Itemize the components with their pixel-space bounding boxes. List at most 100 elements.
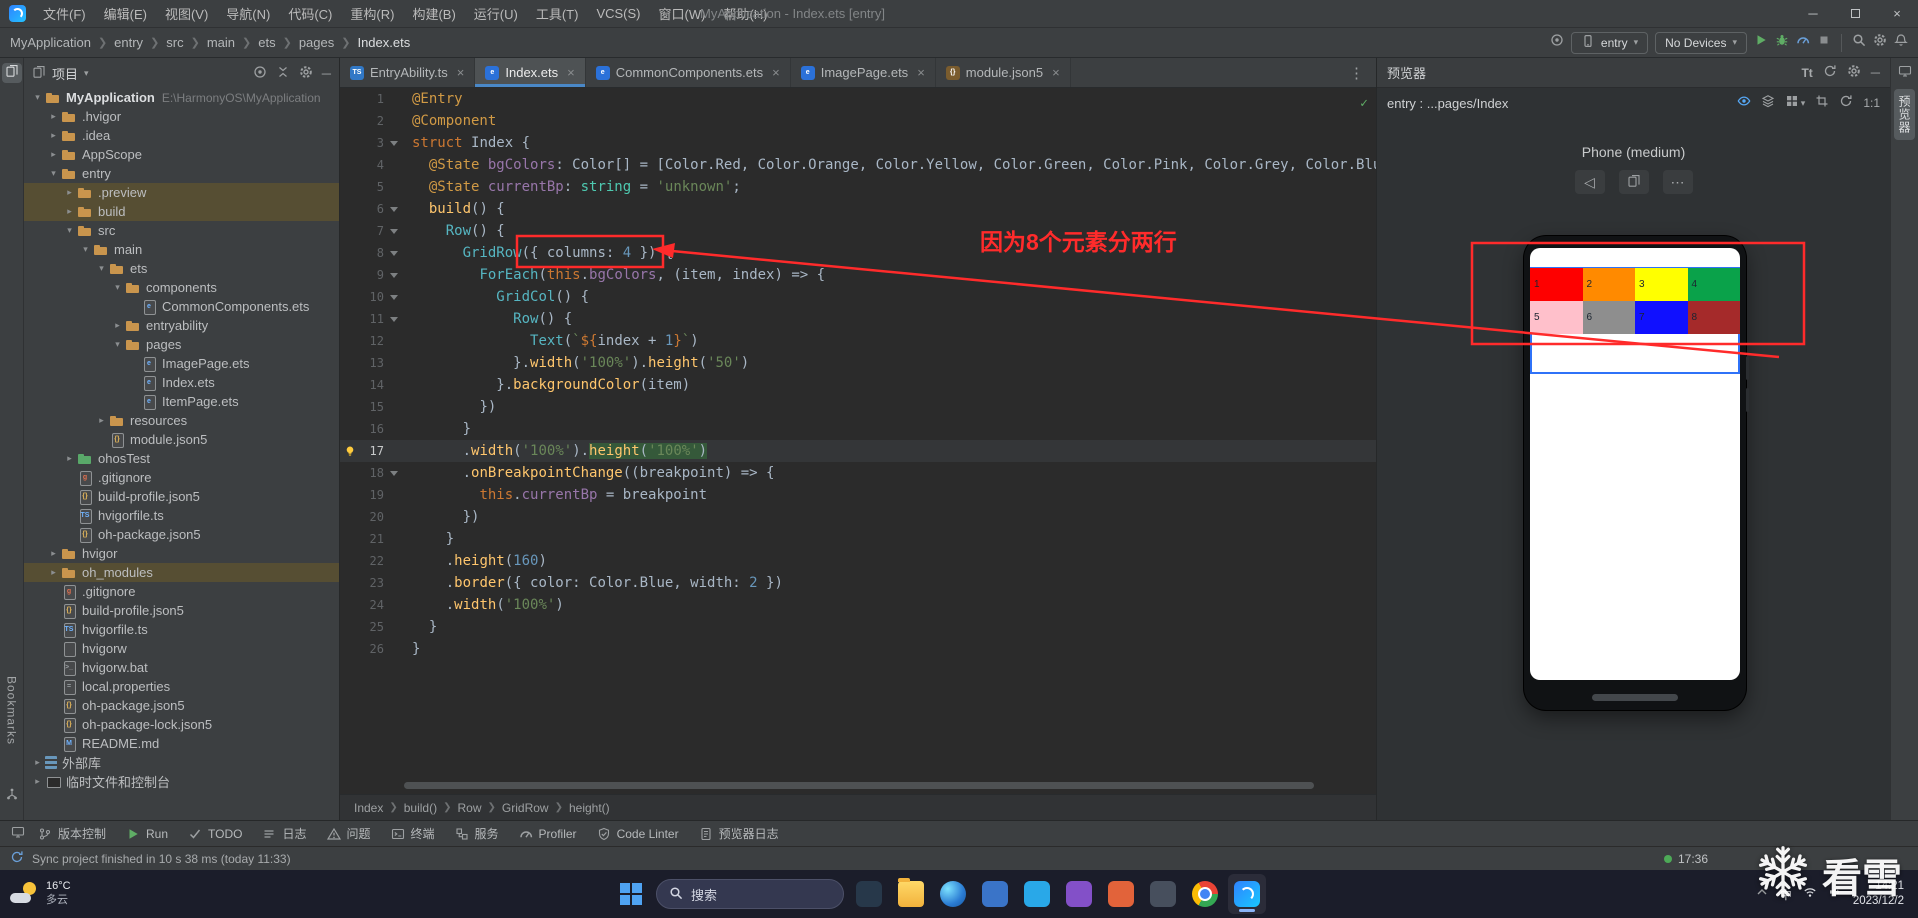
code-line[interactable]: 9 ForEach(this. bgColors, (item, index) =… [340, 264, 1376, 286]
horizontal-scrollbar[interactable] [404, 782, 1314, 789]
menu-item[interactable]: 重构(R) [341, 0, 403, 27]
tree-chevron-icon[interactable]: ▾ [46, 168, 61, 179]
code-line[interactable]: 17 . width('100%'). height('100%') [340, 440, 1376, 462]
weather-widget[interactable]: 16°C 多云 [10, 880, 71, 908]
taskbar-file-explorer[interactable] [892, 874, 930, 914]
tree-chevron-icon[interactable]: ▾ [94, 263, 109, 274]
tree-item[interactable]: M README.md [24, 734, 339, 753]
fold-icon[interactable] [390, 272, 398, 278]
tree-chevron-icon[interactable]: ▸ [46, 548, 61, 559]
editor-tab[interactable]: {} module.json5 × [936, 58, 1071, 87]
tree-item[interactable]: {} oh-package.json5 [24, 525, 339, 544]
tree-item[interactable]: ▸ .preview [24, 183, 339, 202]
attach-target-icon[interactable] [1550, 33, 1564, 52]
frame-icon[interactable] [1815, 94, 1829, 113]
run-button[interactable] [1754, 33, 1768, 52]
tree-item[interactable]: ▾ ets [24, 259, 339, 278]
tree-item[interactable]: {} build-profile.json5 [24, 601, 339, 620]
menu-item[interactable]: 文件(F) [34, 0, 95, 27]
gear-icon[interactable] [1873, 33, 1887, 52]
close-icon[interactable]: × [917, 65, 925, 80]
tree-item[interactable]: e CommonComponents.ets [24, 297, 339, 316]
tree-chevron-icon[interactable]: ▸ [46, 130, 61, 141]
code-line[interactable]: 4 @State bgColors: Color[] = [Color.Red,… [340, 154, 1376, 176]
gear-icon[interactable] [299, 65, 313, 82]
code-line[interactable]: 19 this. currentBp = breakpoint [340, 484, 1376, 506]
tree-item[interactable]: ▸ AppScope [24, 145, 339, 164]
project-toolwindow-button[interactable] [1, 63, 22, 83]
menu-item[interactable]: 导航(N) [217, 0, 279, 27]
editor-tab[interactable]: e ImagePage.ets × [791, 58, 936, 87]
code-line[interactable]: 7 Row() { [340, 220, 1376, 242]
preview-target[interactable]: entry : ...pages/Index [1387, 96, 1508, 111]
toolwindow-button[interactable]: 问题 [317, 821, 381, 846]
fold-icon[interactable] [390, 228, 398, 234]
eye-icon[interactable] [1737, 94, 1751, 113]
tree-chevron-icon[interactable]: ▸ [62, 187, 77, 198]
editor-breadcrumb-item[interactable]: height() [569, 801, 610, 815]
tree-item[interactable]: ▸ build [24, 202, 339, 221]
module-selector[interactable]: entry ▾ [1570, 31, 1649, 54]
tree-item[interactable]: ▾ pages [24, 335, 339, 354]
taskbar-deveco-studio[interactable] [1228, 874, 1266, 914]
tree-item[interactable]: {} module.json5 [24, 430, 339, 449]
toolwindow-button[interactable]: Code Linter [587, 821, 689, 846]
device-manager-button[interactable] [1895, 63, 1915, 83]
rotate-icon[interactable] [1839, 94, 1853, 113]
tree-item[interactable]: TS hvigorfile.ts [24, 620, 339, 639]
toolwindow-switcher-icon[interactable] [8, 824, 28, 844]
code-line[interactable]: 6 build() { [340, 198, 1376, 220]
tree-item[interactable]: {} build-profile.json5 [24, 487, 339, 506]
hide-panel-icon[interactable]: ─ [1871, 65, 1880, 80]
code-line[interactable]: 8 GridRow({ columns: 4 }) { [340, 242, 1376, 264]
code-line[interactable]: 23 . border({ color: Color.Blue, width: 2… [340, 572, 1376, 594]
taskbar-mail-app[interactable] [976, 874, 1014, 914]
hide-panel-icon[interactable]: ─ [322, 66, 331, 81]
layout-grid-dropdown[interactable]: ▾ [1785, 94, 1805, 113]
structure-toolwindow-button[interactable] [2, 786, 22, 806]
code-line[interactable]: 25 } [340, 616, 1376, 638]
tree-item[interactable]: {} oh-package.json5 [24, 696, 339, 715]
chevron-down-icon[interactable]: ▾ [84, 68, 89, 79]
editor-breadcrumb-item[interactable]: build() [404, 801, 437, 815]
toolwindow-button[interactable]: 日志 [252, 821, 316, 846]
component-tree-icon[interactable] [1761, 94, 1775, 113]
code-line[interactable]: 13 }. width('100%'). height('50') [340, 352, 1376, 374]
refresh-icon[interactable] [1823, 64, 1837, 81]
maximize-icon[interactable] [1834, 0, 1876, 27]
breadcrumb-item[interactable]: Index.ets [357, 35, 410, 50]
code-line[interactable]: 5 @State currentBp: string = 'unknown'; [340, 176, 1376, 198]
tree-item[interactable]: ▸ .idea [24, 126, 339, 145]
profiler-button[interactable] [1796, 33, 1810, 52]
tree-item[interactable]: ▸ resources [24, 411, 339, 430]
code-line[interactable]: 11 Row() { [340, 308, 1376, 330]
tree-item[interactable]: ▸ entryability [24, 316, 339, 335]
fold-icon[interactable] [390, 206, 398, 212]
tree-item[interactable]: e ItemPage.ets [24, 392, 339, 411]
tree-chevron-icon[interactable]: ▾ [30, 92, 45, 103]
search-icon[interactable] [1852, 33, 1866, 52]
menu-item[interactable]: VCS(S) [587, 0, 649, 27]
tree-item[interactable]: ▾ src [24, 221, 339, 240]
code-line[interactable]: 22 . height(160) [340, 550, 1376, 572]
breadcrumb-item[interactable]: MyApplication [10, 35, 91, 50]
close-icon[interactable]: × [457, 65, 465, 80]
toolwindow-button[interactable]: 终端 [381, 821, 445, 846]
tree-item[interactable]: g .gitignore [24, 468, 339, 487]
code-line[interactable]: 20 }) [340, 506, 1376, 528]
menu-item[interactable]: 构建(B) [403, 0, 464, 27]
tree-item[interactable]: ▾ main [24, 240, 339, 259]
editor-breadcrumb-item[interactable]: Row [458, 801, 482, 815]
code-line[interactable]: 3 struct Index { [340, 132, 1376, 154]
close-icon[interactable]: × [772, 65, 780, 80]
tree-chevron-icon[interactable]: ▸ [62, 453, 77, 464]
code-line[interactable]: 26} [340, 638, 1376, 660]
tree-item[interactable]: >_ hvigorw.bat [24, 658, 339, 677]
tree-chevron-icon[interactable]: ▸ [30, 757, 45, 768]
menu-item[interactable]: 代码(C) [279, 0, 341, 27]
taskbar-vscode[interactable] [1018, 874, 1056, 914]
project-panel-title[interactable]: 项目 [52, 64, 78, 83]
taskbar-search[interactable]: 搜索 [656, 879, 844, 909]
tree-item[interactable]: ▾ entry [24, 164, 339, 183]
editor-tab[interactable]: e CommonComponents.ets × [586, 58, 791, 87]
